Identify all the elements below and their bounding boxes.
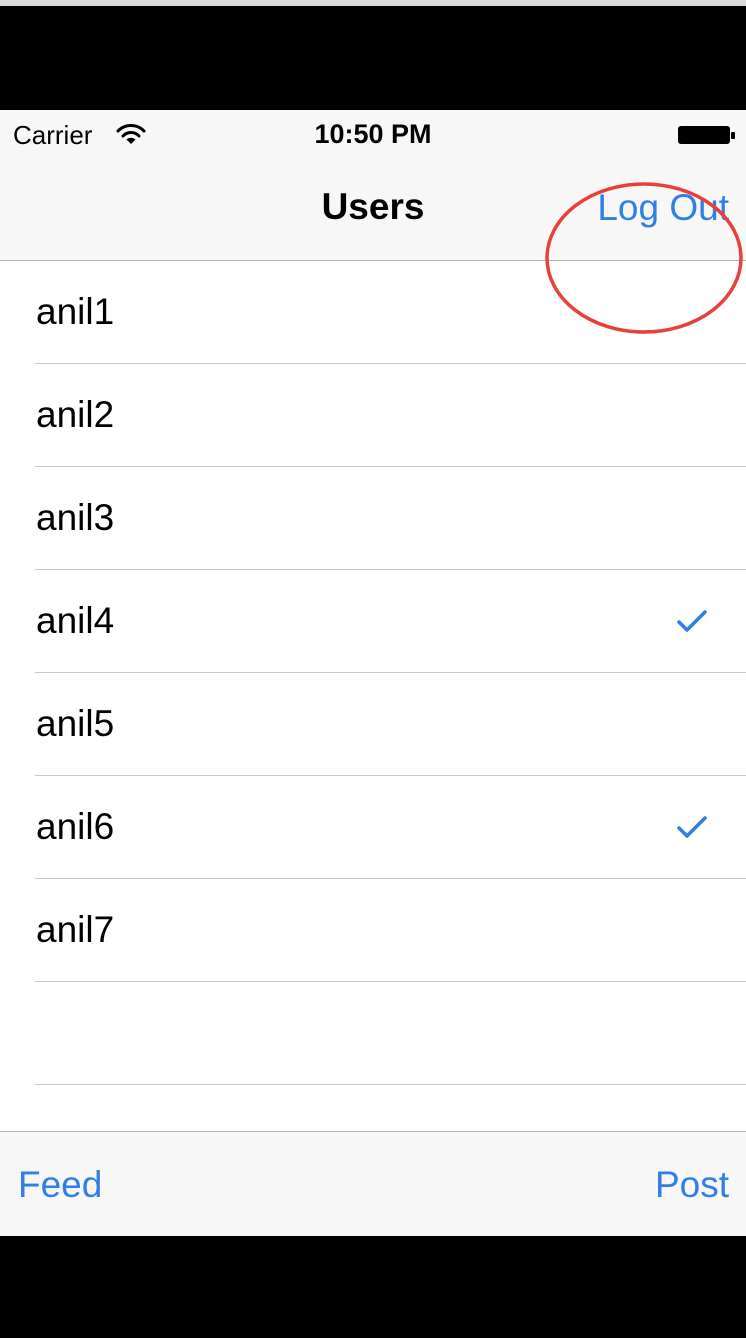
log-out-button[interactable]: Log Out — [597, 187, 729, 229]
user-row[interactable]: anil7 — [0, 879, 746, 982]
user-row[interactable]: anil1 — [0, 261, 746, 364]
checkmark-icon — [677, 816, 707, 838]
status-time: 10:50 PM — [314, 119, 432, 149]
device-frame-bottom — [0, 1236, 746, 1338]
bottom-toolbar: Feed Post — [0, 1131, 746, 1236]
status-bar: Carrier 10:50 PM — [0, 110, 746, 160]
empty-row — [0, 982, 746, 1085]
user-row[interactable]: anil4 — [0, 570, 746, 673]
user-row[interactable]: anil2 — [0, 364, 746, 467]
app-screen: Carrier 10:50 PM Users Log Out anil1 anil… — [0, 110, 746, 1236]
user-list: anil1 anil2 anil3 anil4 anil5 anil6 anil7 — [0, 261, 746, 1085]
navigation-bar: Users Log Out — [0, 160, 746, 334]
user-name-label: anil5 — [36, 703, 115, 744]
user-row[interactable]: anil6 — [0, 776, 746, 879]
user-name-label: anil2 — [36, 394, 115, 435]
post-button[interactable]: Post — [655, 1164, 729, 1206]
user-name-label: anil7 — [36, 909, 115, 950]
user-name-label: anil4 — [36, 600, 115, 641]
user-name-label: anil1 — [36, 291, 115, 332]
feed-button[interactable]: Feed — [18, 1164, 102, 1206]
battery-icon — [678, 126, 735, 144]
user-row[interactable]: anil3 — [0, 467, 746, 570]
device-frame-top — [0, 0, 746, 110]
device-frame-strip — [0, 0, 746, 6]
user-name-label: anil3 — [36, 497, 115, 538]
user-row[interactable]: anil5 — [0, 673, 746, 776]
checkmark-icon — [677, 610, 707, 632]
user-name-label: anil6 — [36, 806, 115, 847]
